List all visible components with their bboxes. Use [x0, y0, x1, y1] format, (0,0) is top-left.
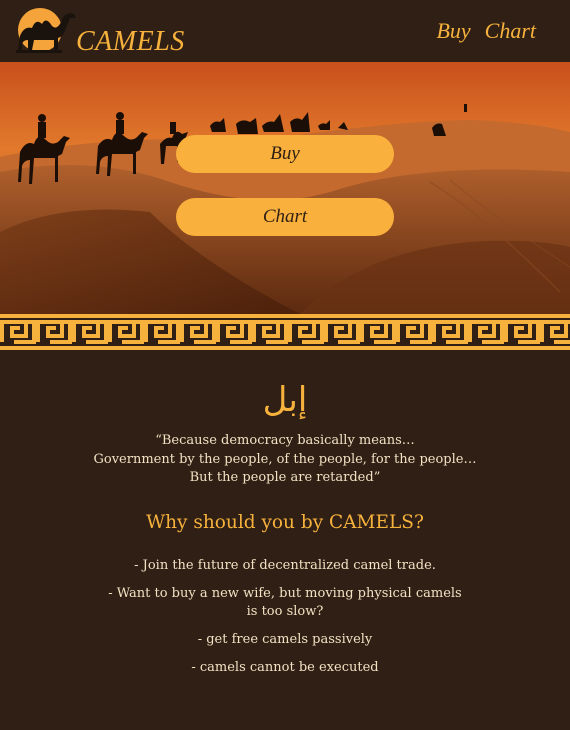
quote-line: Government by the people, of the people,… [93, 451, 477, 467]
camel-logo-icon[interactable] [14, 6, 80, 54]
quote-line: But the people are retarded” [189, 470, 381, 485]
hero-buy-button[interactable]: Buy [176, 135, 394, 173]
benefit-item: - Want to buy a new wife, but moving phy… [108, 585, 462, 619]
main-content: إبل “Because democracy basically means… … [0, 350, 570, 687]
why-heading: Why should you by CAMELS? [146, 511, 424, 533]
desert-caravan-image [0, 62, 570, 314]
header: CAMELS Buy Chart [0, 0, 570, 62]
benefits-list: - Join the future of decentralized camel… [0, 557, 570, 677]
brand-name: CAMELS [76, 26, 185, 57]
nav-chart-link[interactable]: Chart [485, 18, 536, 44]
nav-buy-link[interactable]: Buy [436, 18, 470, 44]
hero-chart-button[interactable]: Chart [176, 198, 394, 236]
quote-line: “Because democracy basically means… [155, 433, 415, 448]
top-nav: Buy Chart [436, 18, 536, 44]
benefit-item: - camels cannot be executed [191, 659, 379, 675]
quote-block: “Because democracy basically means… Gove… [0, 432, 570, 488]
benefit-item: - get free camels passively [197, 631, 373, 647]
benefit-item: - Join the future of decentralized camel… [134, 557, 436, 573]
arabic-heading: إبل [262, 380, 308, 420]
ornamental-border [0, 314, 570, 350]
hero-banner: Buy Chart [0, 62, 570, 314]
page: CAMELS Buy Chart Buy Chart إبل “Because … [0, 0, 570, 730]
